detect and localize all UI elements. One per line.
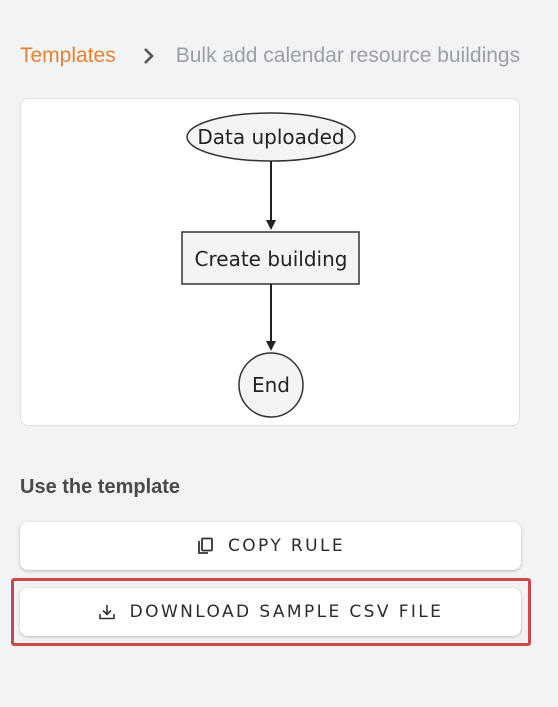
flow-node-end-label: End <box>252 373 290 397</box>
download-sample-csv-button[interactable]: DOWNLOAD SAMPLE CSV FILE <box>20 588 521 636</box>
breadcrumb: Templates Bulk add calendar resource bui… <box>20 42 520 70</box>
copy-icon <box>196 537 214 555</box>
flow-node-action: Create building <box>181 231 360 285</box>
download-icon <box>98 603 116 621</box>
flow-node-end: End <box>238 352 304 418</box>
copy-rule-label: COPY RULE <box>228 536 345 556</box>
flow-node-start-label: Data uploaded <box>197 125 344 149</box>
chevron-right-icon <box>138 45 160 67</box>
use-template-heading: Use the template <box>20 476 181 498</box>
flow-node-start: Data uploaded <box>186 112 356 162</box>
flow-node-action-label: Create building <box>195 247 348 271</box>
breadcrumb-current-page: Bulk add calendar resource buildings <box>175 44 521 67</box>
download-sample-csv-label: DOWNLOAD SAMPLE CSV FILE <box>129 602 444 622</box>
flow-diagram-card: Data uploaded Create building End <box>20 98 520 426</box>
copy-rule-button[interactable]: COPY RULE <box>20 522 521 570</box>
breadcrumb-templates-link[interactable]: Templates <box>20 44 116 68</box>
flow-diagram: Data uploaded Create building End <box>181 112 360 418</box>
